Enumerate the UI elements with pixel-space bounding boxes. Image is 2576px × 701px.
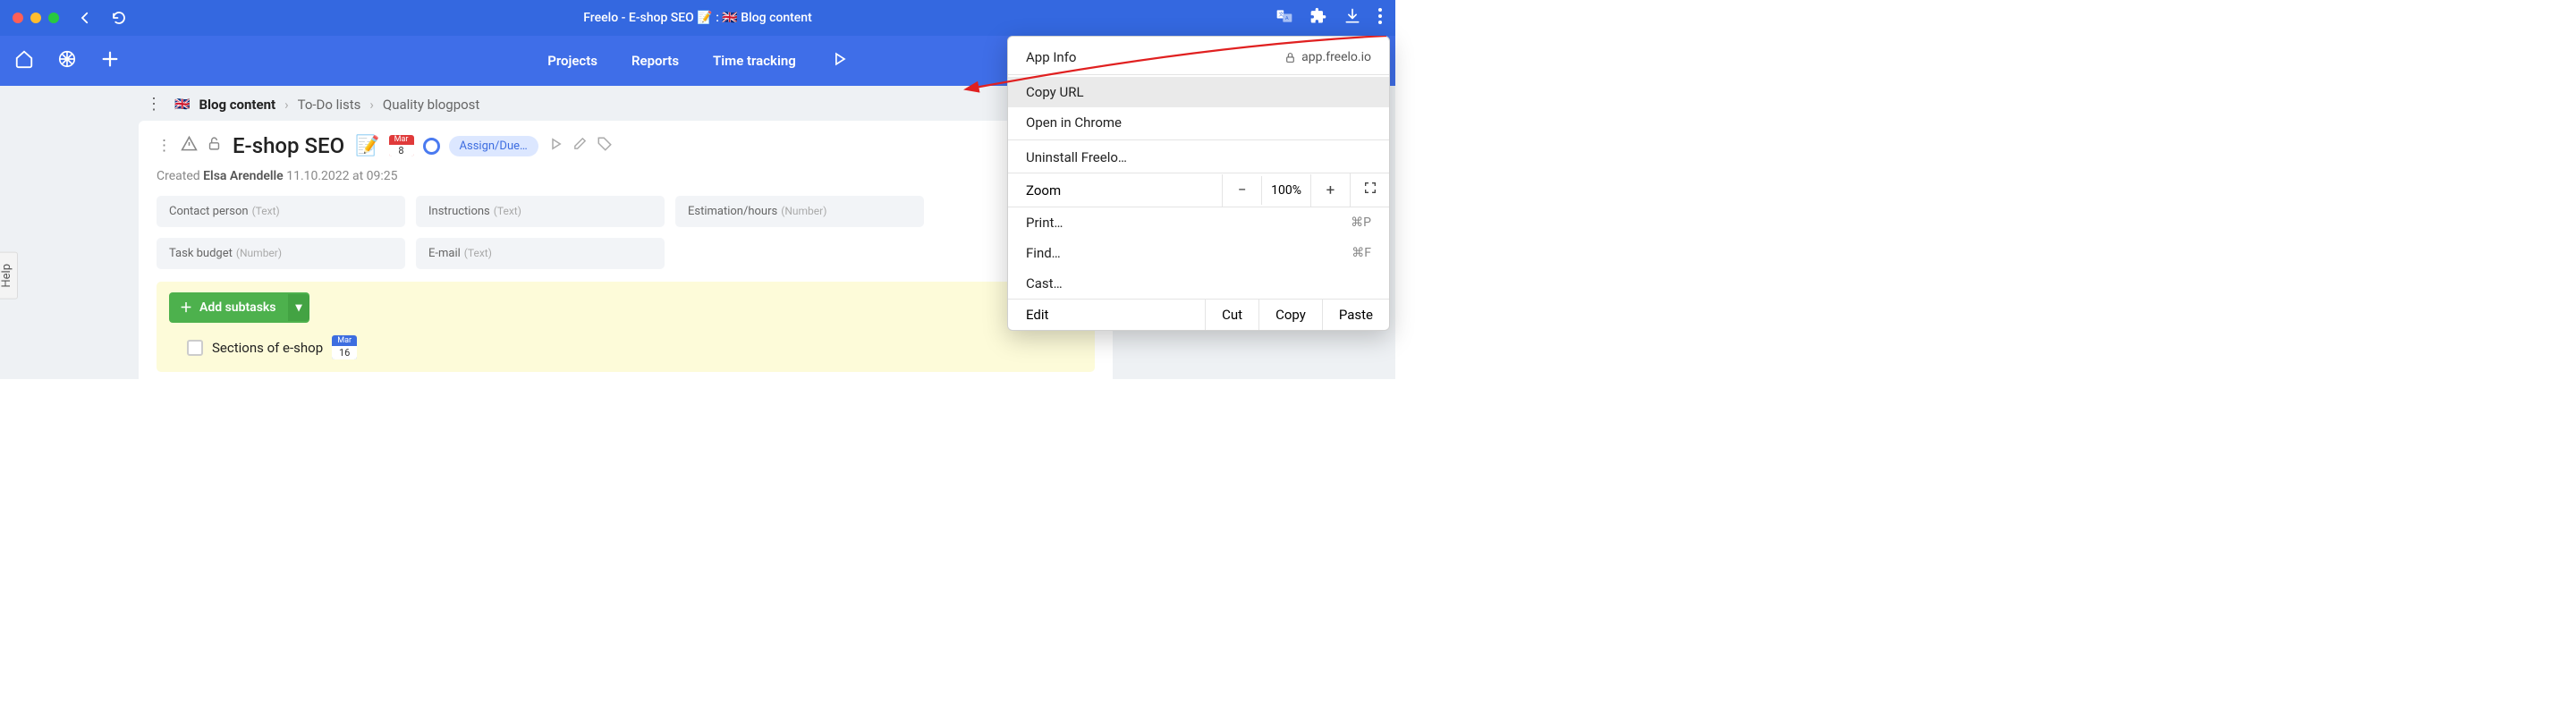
breadcrumb-todolists[interactable]: To-Do lists: [298, 97, 361, 113]
nav-timetracking[interactable]: Time tracking: [713, 53, 796, 69]
menu-app-info[interactable]: App Info app.freelo.io: [1008, 42, 1389, 72]
date-badge[interactable]: Mar16: [332, 335, 357, 359]
subtask-title: Sections of e-shop: [212, 340, 323, 356]
window-close-icon[interactable]: [13, 13, 23, 23]
breadcrumb-list[interactable]: Quality blogpost: [383, 97, 479, 113]
nav-projects[interactable]: Projects: [547, 53, 597, 69]
window-traffic-lights[interactable]: [13, 13, 59, 23]
edit-icon[interactable]: [572, 136, 588, 156]
window-maximize-icon[interactable]: [48, 13, 59, 23]
subtasks-area: ⋮ ＋ Add subtasks ▾ Sections of e-shop Ma…: [157, 282, 1095, 372]
lock-icon[interactable]: [207, 136, 222, 156]
menu-uninstall[interactable]: Uninstall Freelo…: [1008, 142, 1389, 173]
chevron-icon: ›: [369, 97, 374, 113]
menu-cut[interactable]: Cut: [1205, 300, 1258, 330]
task-title: E-shop SEO: [233, 133, 344, 158]
zoom-in-button[interactable]: +: [1310, 174, 1350, 207]
menu-paste[interactable]: Paste: [1322, 300, 1389, 330]
chevron-icon: ›: [284, 97, 289, 113]
tab-title: Freelo - E-shop SEO 📝 : 🇬🇧 Blog content: [583, 11, 811, 25]
wheel-icon[interactable]: [57, 49, 77, 73]
menu-copy-url[interactable]: Copy URL: [1008, 77, 1389, 107]
reload-button[interactable]: [111, 10, 127, 26]
add-subtasks-dropdown[interactable]: ▾: [288, 294, 309, 321]
breadcrumb-more-icon[interactable]: ⋮: [142, 95, 165, 114]
lock-icon: [1284, 52, 1296, 63]
download-icon[interactable]: [1343, 7, 1361, 30]
translate-icon[interactable]: 文A: [1275, 7, 1293, 30]
help-tab[interactable]: Help: [0, 252, 18, 300]
checkbox[interactable]: [187, 340, 203, 356]
date-badge[interactable]: Mar8: [389, 135, 414, 156]
field-estimation[interactable]: Estimation/hours(Number): [675, 196, 924, 227]
extensions-icon[interactable]: [1309, 7, 1327, 30]
assign-due-pill[interactable]: Assign/Due…: [449, 136, 538, 156]
tag-icon[interactable]: [597, 136, 613, 156]
field-email[interactable]: E-mail(Text): [416, 238, 665, 269]
menu-find[interactable]: Find…⌘F: [1008, 238, 1389, 268]
menu-cast[interactable]: Cast…: [1008, 268, 1389, 299]
svg-text:文: 文: [1278, 11, 1284, 18]
nav-reports[interactable]: Reports: [631, 53, 679, 69]
svg-text:A: A: [1285, 16, 1289, 21]
zoom-out-button[interactable]: −: [1222, 174, 1261, 207]
zoom-level: 100%: [1261, 176, 1310, 205]
task-more-icon[interactable]: ⋮: [157, 137, 172, 155]
add-icon[interactable]: [100, 49, 120, 73]
menu-open-chrome[interactable]: Open in Chrome: [1008, 107, 1389, 138]
play-outline-icon[interactable]: [547, 136, 564, 156]
field-task-budget[interactable]: Task budget(Number): [157, 238, 405, 269]
warning-icon[interactable]: [181, 135, 198, 156]
task-emoji-icon: 📝: [355, 135, 379, 157]
menu-edit: Edit Cut Copy Paste: [1008, 299, 1389, 330]
plus-icon: ＋: [180, 299, 192, 317]
menu-copy-text[interactable]: Copy: [1258, 300, 1322, 330]
field-instructions[interactable]: Instructions(Text): [416, 196, 665, 227]
play-icon[interactable]: [830, 50, 848, 72]
progress-ring-icon[interactable]: [423, 138, 440, 155]
menu-zoom: Zoom − 100% +: [1008, 173, 1389, 207]
add-subtasks-button[interactable]: ＋ Add subtasks ▾: [169, 292, 309, 323]
browser-context-menu: App Info app.freelo.io Copy URL Open in …: [1007, 36, 1390, 331]
menu-print[interactable]: Print…⌘P: [1008, 207, 1389, 238]
breadcrumb-project[interactable]: Blog content: [199, 97, 275, 113]
field-contact-person[interactable]: Contact person(Text): [157, 196, 405, 227]
home-icon[interactable]: [14, 49, 34, 73]
flag-icon: 🇬🇧: [174, 97, 190, 112]
fullscreen-button[interactable]: [1350, 173, 1389, 207]
back-button[interactable]: [77, 10, 93, 26]
subtask-row[interactable]: Sections of e-shop Mar16: [169, 335, 1082, 359]
browser-menu-icon[interactable]: [1377, 7, 1383, 30]
window-minimize-icon[interactable]: [30, 13, 41, 23]
task-meta: Created Elsa Arendelle 11.10.2022 at 09:…: [157, 169, 1095, 183]
